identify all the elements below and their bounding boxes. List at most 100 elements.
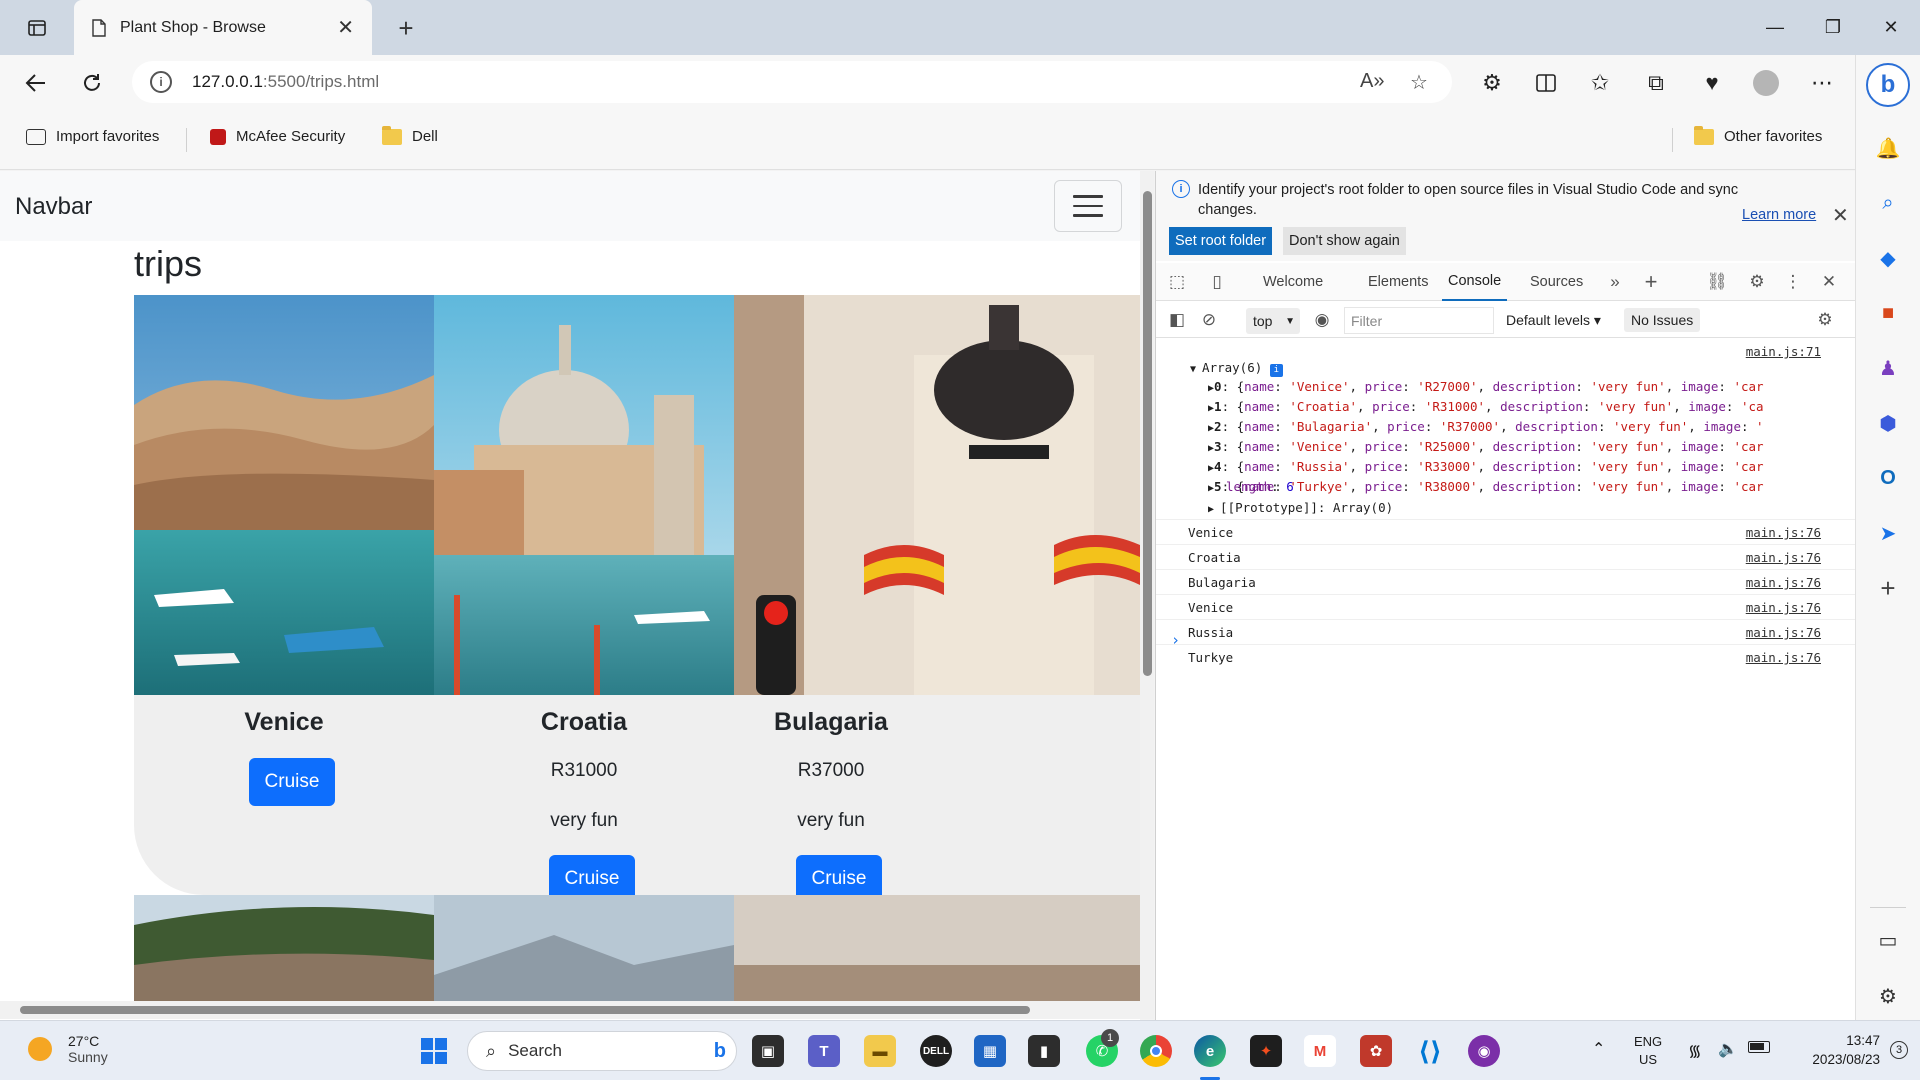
dell-icon[interactable]: DELL xyxy=(920,1035,952,1067)
tab-welcome[interactable]: Welcome xyxy=(1263,263,1323,301)
issues-button[interactable]: No Issues xyxy=(1624,308,1701,332)
tab-actions-icon[interactable] xyxy=(0,0,74,55)
start-button[interactable] xyxy=(418,1035,450,1067)
vscode-icon[interactable]: ⟨⟩ xyxy=(1414,1035,1446,1067)
notification-count-badge[interactable]: 3 xyxy=(1890,1041,1908,1059)
fav-other-favorites[interactable]: Other favorites xyxy=(1694,125,1822,145)
array-item[interactable]: ▶1: {name: 'Croatia', price: 'R31000', d… xyxy=(1208,399,1828,414)
inspect-element-icon[interactable]: ⬚ xyxy=(1166,271,1188,293)
cruise-button[interactable]: Cruise xyxy=(549,855,635,895)
search-icon[interactable]: ⌕ xyxy=(1873,188,1903,218)
array-header[interactable]: ▼ Array(6) i xyxy=(1190,360,1283,377)
taskbar-search[interactable]: ⌕ Search b xyxy=(467,1031,737,1071)
console-settings-icon[interactable]: ⚙ xyxy=(1814,309,1836,331)
wifi-icon[interactable]: ᯾ xyxy=(1688,1039,1702,1061)
cruise-button[interactable]: Cruise xyxy=(249,758,335,806)
chrome-icon[interactable] xyxy=(1140,1035,1172,1067)
read-aloud-icon[interactable]: A» xyxy=(1360,70,1384,93)
devtools-close-icon[interactable]: ✕ xyxy=(1818,271,1840,293)
show-hidden-icons-button[interactable]: ⌃ xyxy=(1592,1039,1605,1059)
sidebar-settings-icon[interactable]: ⚙ xyxy=(1873,981,1903,1011)
add-sidebar-app-icon[interactable]: + xyxy=(1873,573,1903,603)
notes-icon[interactable]: ▮ xyxy=(1028,1035,1060,1067)
devtools-settings-icon[interactable]: ⚙ xyxy=(1746,271,1768,293)
source-link[interactable]: main.js:76 xyxy=(1746,525,1821,540)
clear-console-icon[interactable]: ⊘ xyxy=(1198,309,1220,331)
source-link[interactable]: main.js:76 xyxy=(1746,575,1821,590)
language-indicator[interactable]: ENG US xyxy=(1634,1033,1662,1069)
microsoft-store-icon[interactable]: ▦ xyxy=(974,1035,1006,1067)
fav-dell-folder[interactable]: Dell xyxy=(382,125,438,145)
weather-widget[interactable]: 27°C Sunny xyxy=(28,1033,108,1065)
extensions-icon[interactable]: ⚙ xyxy=(1474,65,1510,101)
device-emulation-icon[interactable]: ▯ xyxy=(1206,271,1228,293)
page-vertical-scrollbar[interactable] xyxy=(1140,171,1154,1001)
live-expression-eye-icon[interactable]: ◉ xyxy=(1311,309,1333,331)
connect-icon[interactable]: ⛓ xyxy=(1706,271,1728,293)
add-tab-icon[interactable]: + xyxy=(1640,269,1662,294)
new-tab-button[interactable]: + xyxy=(390,12,422,44)
site-info-icon[interactable]: i xyxy=(150,71,172,93)
context-selector[interactable]: top xyxy=(1246,308,1300,334)
browser-essentials-icon[interactable]: ♥ xyxy=(1694,65,1730,101)
array-item[interactable]: ▶3: {name: 'Venice', price: 'R25000', de… xyxy=(1208,439,1828,454)
cruise-button[interactable]: Cruise xyxy=(796,855,882,895)
fav-mcafee[interactable]: McAfee Security xyxy=(210,128,345,145)
tab-sources[interactable]: Sources xyxy=(1530,263,1583,301)
page-horizontal-scrollbar[interactable] xyxy=(0,1001,1154,1019)
refresh-button[interactable] xyxy=(74,65,110,101)
bing-chat-icon[interactable]: b xyxy=(1866,63,1910,107)
favorites-icon[interactable]: ✩ xyxy=(1582,65,1618,101)
tab-close-icon[interactable]: ✕ xyxy=(337,15,354,40)
volume-icon[interactable]: 🔈 xyxy=(1718,1039,1738,1059)
profile-avatar[interactable] xyxy=(1748,65,1784,101)
dont-show-again-button[interactable]: Don't show again xyxy=(1283,227,1406,255)
app-icon[interactable]: ✿ xyxy=(1360,1035,1392,1067)
array-prototype[interactable]: ▶ [[Prototype]]: Array(0) xyxy=(1208,500,1828,515)
array-item[interactable]: ▶0: {name: 'Venice', price: 'R27000', de… xyxy=(1208,379,1828,394)
maximize-button[interactable]: ❐ xyxy=(1804,0,1862,55)
devtools-more-icon[interactable]: ⋮ xyxy=(1782,271,1804,293)
more-options-icon[interactable]: ⋯ xyxy=(1804,65,1840,101)
tab-console[interactable]: Console xyxy=(1442,263,1508,301)
navbar-toggler-button[interactable] xyxy=(1054,180,1122,232)
github-desktop-icon[interactable]: ◉ xyxy=(1468,1035,1500,1067)
learn-more-link[interactable]: Learn more xyxy=(1742,207,1816,223)
console-prompt-icon[interactable]: › xyxy=(1171,631,1180,649)
favorite-star-icon[interactable]: ☆ xyxy=(1410,70,1428,95)
console-sidebar-icon[interactable]: ◧ xyxy=(1166,309,1188,331)
microsoft-365-icon[interactable]: ⬢ xyxy=(1873,408,1903,438)
edge-icon[interactable]: e xyxy=(1194,1035,1226,1067)
address-bar[interactable]: i 127.0.0.1:5500/trips.html A» ☆ xyxy=(132,61,1452,103)
teams-icon[interactable]: T xyxy=(808,1035,840,1067)
shopping-tag-icon[interactable]: ◆ xyxy=(1873,243,1903,273)
source-link[interactable]: main.js:71 xyxy=(1746,344,1821,359)
source-link[interactable]: main.js:76 xyxy=(1746,600,1821,615)
tools-briefcase-icon[interactable]: ■ xyxy=(1873,298,1903,328)
split-screen-icon[interactable] xyxy=(1528,65,1564,101)
more-tabs-chevron-icon[interactable]: » xyxy=(1604,271,1626,293)
gmail-icon[interactable]: M xyxy=(1304,1035,1336,1067)
minimize-button[interactable]: — xyxy=(1746,0,1804,55)
battery-icon[interactable] xyxy=(1748,1041,1770,1053)
hide-sidebar-icon[interactable]: ▭ xyxy=(1873,925,1903,955)
back-button[interactable] xyxy=(18,65,54,101)
fav-import-favorites[interactable]: Import favorites xyxy=(26,128,159,145)
notifications-bell-icon[interactable]: 🔔 xyxy=(1873,133,1903,163)
clock[interactable]: 13:47 2023/08/23 xyxy=(1790,1031,1880,1069)
source-link[interactable]: main.js:76 xyxy=(1746,650,1821,665)
close-window-button[interactable]: ✕ xyxy=(1862,0,1920,55)
console-filter-input[interactable]: Filter xyxy=(1344,307,1494,334)
array-item[interactable]: ▶4: {name: 'Russia', price: 'R33000', de… xyxy=(1208,459,1828,474)
file-explorer-icon[interactable]: ▬ xyxy=(864,1035,896,1067)
task-view-icon[interactable]: ▣ xyxy=(752,1035,784,1067)
figma-icon[interactable]: ✦ xyxy=(1250,1035,1282,1067)
tab-plant-shop[interactable]: Plant Shop - Browse ✕ xyxy=(74,0,372,55)
set-root-folder-button[interactable]: Set root folder xyxy=(1169,227,1273,255)
close-icon[interactable]: ✕ xyxy=(1832,203,1849,228)
outlook-icon[interactable]: O xyxy=(1873,463,1903,493)
collections-icon[interactable]: ⧉ xyxy=(1638,65,1674,101)
games-icon[interactable]: ♟ xyxy=(1873,353,1903,383)
navbar-brand[interactable]: Navbar xyxy=(15,193,92,221)
log-levels-dropdown[interactable]: Default levels ▾ xyxy=(1506,312,1601,329)
